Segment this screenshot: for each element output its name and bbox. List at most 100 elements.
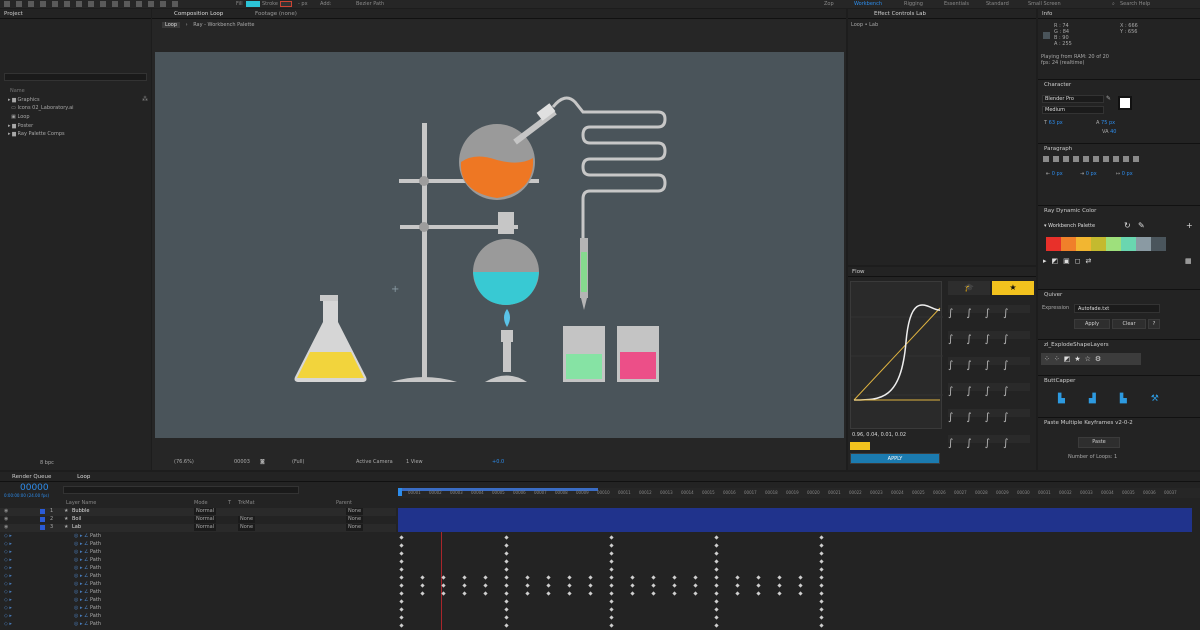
keyframe[interactable] [504,599,509,604]
keyframe[interactable] [588,583,593,588]
keyframe[interactable] [504,623,509,628]
keyframe[interactable] [714,623,719,628]
keyframe[interactable] [399,599,404,604]
keyframe[interactable] [609,535,614,540]
keyframe[interactable] [735,583,740,588]
project-search-input[interactable] [4,73,147,81]
swatch[interactable] [1046,237,1061,251]
keyframe[interactable] [567,591,572,596]
workspace-rigging[interactable]: Rigging [904,0,923,8]
keyframe[interactable] [399,559,404,564]
time-ruler[interactable]: 00001 00002 00003 00004 00005 00006 00007 00008… [398,488,1200,498]
keyframe[interactable] [735,591,740,596]
workspace-standard[interactable]: Standard [986,0,1009,8]
keyframe[interactable] [546,591,551,596]
eyedropper-icon[interactable]: ✎ [1106,95,1111,102]
keyframe[interactable] [504,567,509,572]
keyframe[interactable] [777,575,782,580]
keyframe[interactable] [714,559,719,564]
keyframe[interactable] [819,551,824,556]
path-row[interactable]: ◇ ▸ ◎ ▸ ∠ Path [0,533,396,541]
tool-icons[interactable] [4,1,184,7]
path-row[interactable]: ◇ ▸ ◎ ▸ ∠ Path [0,597,396,605]
font-style-select[interactable]: Medium [1042,106,1104,114]
keyframe[interactable] [420,591,425,596]
workspace-workbench[interactable]: Workbench [854,0,882,8]
pmk-paste-button[interactable]: Paste [1078,437,1120,448]
keyframe[interactable] [609,567,614,572]
keyframe[interactable] [525,575,530,580]
keyframe[interactable] [441,583,446,588]
quiver-clear-button[interactable]: Clear [1112,319,1146,329]
project-item-icons[interactable]: ▭ Icons 02_Laboratory.ai [8,105,73,112]
keyframe[interactable] [819,543,824,548]
tracking-field[interactable]: VA 40 [1102,129,1117,136]
keyframe[interactable] [651,575,656,580]
workspace-small-screen[interactable]: Small Screen [1028,0,1061,8]
swatch[interactable] [1121,237,1136,251]
keyframe[interactable] [609,551,614,556]
view-layout-select[interactable]: 1 View [406,456,423,468]
swatch[interactable] [1151,237,1166,251]
keyframe[interactable] [504,607,509,612]
keyframe[interactable] [441,575,446,580]
keyframe[interactable] [714,543,719,548]
indent-right-field[interactable]: ⇥ 0 px [1080,171,1097,178]
keyframe[interactable] [714,535,719,540]
stroke-swatch[interactable] [280,1,292,7]
bpc-label[interactable]: 8 bpc [40,460,54,467]
current-time[interactable]: 00003 [234,456,250,468]
keyframe[interactable] [819,575,824,580]
keyframe[interactable] [504,583,509,588]
keyframe[interactable] [777,591,782,596]
search-icon[interactable]: ⌕ [1112,0,1115,8]
tab-render-queue[interactable]: Render Queue [12,474,51,480]
timeline-search-input[interactable] [63,486,299,494]
project-item-loop[interactable]: ▣ Loop [8,114,29,121]
keyframe[interactable] [714,615,719,620]
keyframe[interactable] [462,575,467,580]
keyframe[interactable] [798,575,803,580]
keyframe[interactable] [525,583,530,588]
keyframe[interactable] [567,575,572,580]
keyframe[interactable] [399,623,404,628]
keyframe[interactable] [693,575,698,580]
keyframe[interactable] [693,591,698,596]
breadcrumb-palette[interactable]: Ray - Workbench Palette [193,22,254,28]
pencil-icon[interactable]: ✎ [1138,221,1145,230]
keyframe[interactable] [798,591,803,596]
layer-row[interactable]: ◉ 3 ★ Lab Normal None None [0,524,396,532]
zoom-select[interactable]: (76.6%) [174,456,194,468]
keyframe[interactable] [399,591,404,596]
keyframe[interactable] [714,567,719,572]
graduation-cap-icon[interactable]: 🎓 [948,281,990,295]
keyframe[interactable] [651,583,656,588]
keyframe[interactable] [504,535,509,540]
swatch[interactable] [1091,237,1106,251]
font-family-select[interactable]: Blender Pro [1042,95,1104,103]
rdc-swatches[interactable] [1046,237,1166,251]
star-tab-icon[interactable]: ★ [992,281,1034,295]
keyframe[interactable] [819,607,824,612]
keyframe[interactable] [609,591,614,596]
path-row[interactable]: ◇ ▸ ◎ ▸ ∠ Path [0,541,396,549]
stroke-width[interactable]: - px [298,0,308,8]
keyframe[interactable] [504,543,509,548]
tab-composition-loop[interactable]: Composition Loop [174,11,223,17]
keyframe[interactable] [714,599,719,604]
flow-presets-grid[interactable]: ∫ ∫ ∫ ∫ ∫ ∫ ∫ ∫ ∫ ∫ ∫ ∫ ∫ ∫ ∫ ∫ ∫ ∫ ∫ ∫ ∫ ∫ ∫… [948,301,1030,461]
swatch[interactable] [1136,237,1151,251]
pmk-loops[interactable]: Number of Loops: 1 [1068,454,1117,461]
keyframe[interactable] [693,583,698,588]
keyframe[interactable] [819,591,824,596]
bezier-path-checkbox[interactable]: Bezier Path [356,0,384,8]
keyframe[interactable] [609,583,614,588]
indent-first-field[interactable]: ↦ 0 px [1116,171,1133,178]
explode-tool-icons[interactable]: ⁘⁘◩★☆⚙ [1041,353,1141,365]
refresh-icon[interactable]: ↻ [1124,221,1131,230]
workspace-zop[interactable]: Zop [824,0,834,8]
search-help-input[interactable]: Search Help [1120,0,1150,8]
keyframe[interactable] [483,575,488,580]
keyframe[interactable] [714,551,719,556]
keyframe[interactable] [399,615,404,620]
